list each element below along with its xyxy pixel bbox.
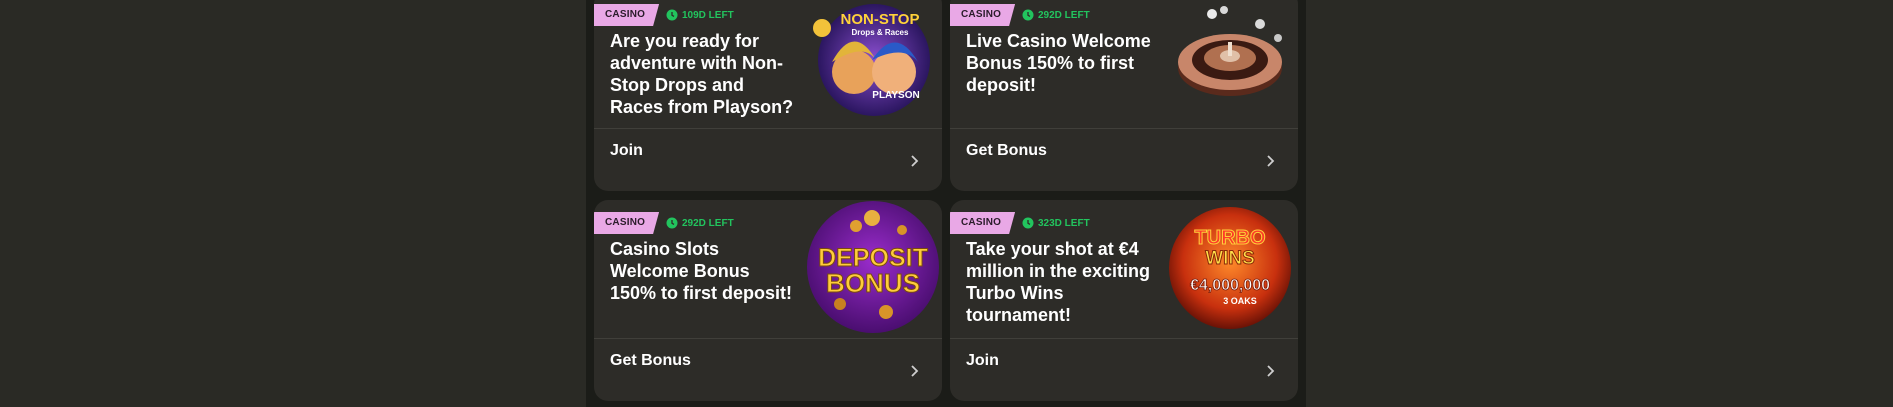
art-title: NON-STOP	[841, 11, 920, 28]
chevron-right-icon[interactable]	[910, 364, 920, 378]
time-left-label: 292D LEFT	[682, 217, 734, 229]
category-badge: CASINO	[594, 212, 659, 234]
promo-title: Take your shot at €4 million in the exci…	[966, 239, 1151, 325]
time-left: 292D LEFT	[666, 216, 734, 230]
promo-card-footer[interactable]: Get Bonus	[950, 129, 1298, 191]
promo-card-footer[interactable]: Get Bonus	[594, 339, 942, 401]
time-left: 292D LEFT	[1022, 8, 1090, 22]
clock-icon	[1022, 9, 1034, 21]
promo-card-footer[interactable]: Join	[950, 339, 1298, 401]
promo-card-header: CASINO 109D LEFT Are you ready for adven…	[594, 0, 942, 128]
time-left-label: 292D LEFT	[1038, 9, 1090, 21]
chevron-right-icon[interactable]	[910, 154, 920, 168]
art-brand: PLAYSON	[872, 90, 919, 101]
promo-card[interactable]: CASINO 292D LEFT Live Casino Welcome Bon…	[950, 0, 1298, 191]
clock-icon	[1022, 217, 1034, 229]
promo-card-footer[interactable]: Join	[594, 129, 942, 191]
promo-title: Are you ready for adventure with Non-Sto…	[610, 31, 794, 117]
category-badge: CASINO	[594, 4, 659, 26]
promo-card[interactable]: CASINO 323D LEFT Take your shot at €4 mi…	[950, 200, 1298, 401]
art-subtitle: BONUS	[826, 268, 920, 298]
art-prize: €4,000,000	[1190, 277, 1270, 294]
nonstop-drops-art: NON-STOP Drops & Races PLAYSON	[813, 4, 930, 116]
clock-icon	[666, 9, 678, 21]
clock-icon	[666, 217, 678, 229]
turbo-wins-art: TURBO WINS €4,000,000 3 OAKS	[1169, 207, 1291, 329]
join-button[interactable]: Join	[966, 352, 999, 370]
promotions-column: CASINO 109D LEFT Are you ready for adven…	[586, 0, 1306, 407]
deposit-bonus-art: DEPOSIT BONUS	[807, 201, 939, 333]
art-title: TURBO	[1194, 227, 1265, 249]
category-badge: CASINO	[950, 212, 1015, 234]
art-brand: 3 OAKS	[1223, 296, 1257, 306]
category-badge: CASINO	[950, 4, 1015, 26]
promo-card[interactable]: CASINO 109D LEFT Are you ready for adven…	[594, 0, 942, 191]
chevron-right-icon[interactable]	[1266, 364, 1276, 378]
roulette-wheel-art	[1178, 6, 1282, 96]
time-left: 323D LEFT	[1022, 216, 1090, 230]
promo-title: Live Casino Welcome Bonus 150% to first …	[966, 31, 1151, 95]
join-button[interactable]: Join	[610, 142, 643, 160]
promo-card-header: CASINO 323D LEFT Take your shot at €4 mi…	[950, 200, 1298, 338]
get-bonus-button[interactable]: Get Bonus	[966, 142, 1047, 160]
time-left-label: 323D LEFT	[1038, 217, 1090, 229]
time-left-label: 109D LEFT	[682, 9, 734, 21]
promo-card-header: CASINO 292D LEFT Casino Slots Welcome Bo…	[594, 200, 942, 338]
promo-card-header: CASINO 292D LEFT Live Casino Welcome Bon…	[950, 0, 1298, 128]
art-subtitle: Drops & Races	[852, 28, 909, 37]
time-left: 109D LEFT	[666, 8, 734, 22]
promo-title: Casino Slots Welcome Bonus 150% to first…	[610, 239, 793, 303]
chevron-right-icon[interactable]	[1266, 154, 1276, 168]
promo-card[interactable]: CASINO 292D LEFT Casino Slots Welcome Bo…	[594, 200, 942, 401]
art-subtitle: WINS	[1205, 248, 1255, 269]
get-bonus-button[interactable]: Get Bonus	[610, 352, 691, 370]
